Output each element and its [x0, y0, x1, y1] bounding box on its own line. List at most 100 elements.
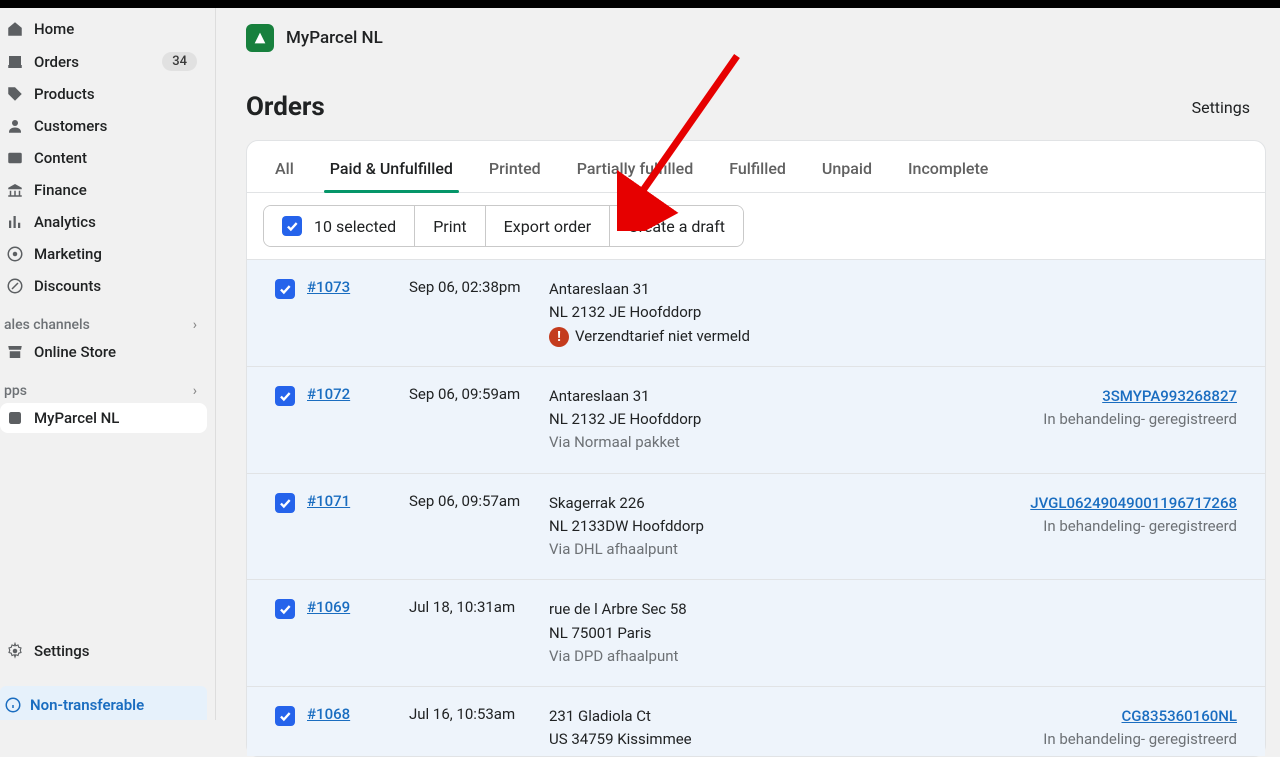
- tab-incomplete[interactable]: Incomplete: [908, 159, 988, 192]
- tracking-link[interactable]: CG835360160NL: [1122, 707, 1237, 725]
- target-icon: [6, 245, 24, 263]
- row-checkbox[interactable]: [275, 706, 295, 726]
- export-order-button[interactable]: Export order: [486, 206, 610, 246]
- order-row[interactable]: #1073 Sep 06, 02:38pm Antareslaan 31 NL …: [247, 259, 1265, 366]
- row-checkbox[interactable]: [275, 599, 295, 619]
- nav-app-myparcel[interactable]: MyParcel NL: [0, 403, 207, 433]
- nav-orders[interactable]: Orders 34: [0, 46, 207, 77]
- nav-online-store[interactable]: Online Store: [0, 337, 207, 367]
- address-line2: US 34759 Kissimmee: [549, 728, 987, 751]
- nav-label: Orders: [34, 53, 152, 71]
- bank-icon: [6, 181, 24, 199]
- nav-label: Home: [34, 20, 197, 38]
- shipping-via: Via DHL afhaalpunt: [549, 538, 987, 561]
- nav-label: MyParcel NL: [34, 409, 119, 427]
- row-checkbox[interactable]: [275, 493, 295, 513]
- create-draft-button[interactable]: Create a draft: [610, 206, 743, 246]
- order-id-link[interactable]: #1068: [307, 705, 350, 723]
- nav-label: Content: [34, 149, 197, 167]
- nav-label: Discounts: [34, 277, 197, 295]
- nav-home[interactable]: Home: [0, 14, 207, 44]
- status-text: In behandeling- geregistreerd: [987, 408, 1237, 431]
- sidebar: Home Orders 34 Products Customers Conten…: [0, 8, 216, 720]
- nav-analytics[interactable]: Analytics: [0, 207, 207, 237]
- bulk-action-bar: 10 selected Print Export order Create a …: [247, 193, 1265, 259]
- nav-label: Finance: [34, 181, 197, 199]
- order-date: Sep 06, 02:38pm: [409, 278, 549, 296]
- app-header: MyParcel NL: [216, 8, 1280, 68]
- chevron-right-icon: ›: [193, 317, 197, 333]
- address-line2: NL 75001 Paris: [549, 622, 987, 645]
- sales-channels-header[interactable]: ales channels ›: [0, 307, 207, 337]
- bars-icon: [6, 213, 24, 231]
- address-line1: Antareslaan 31: [549, 278, 987, 301]
- image-icon: [6, 149, 24, 167]
- order-row[interactable]: #1072 Sep 06, 09:59am Antareslaan 31 NL …: [247, 366, 1265, 473]
- nav-discounts[interactable]: Discounts: [0, 271, 207, 301]
- nav-content[interactable]: Content: [0, 143, 207, 173]
- home-icon: [6, 20, 24, 38]
- tag-icon: [6, 85, 24, 103]
- orders-card: All Paid & Unfulfilled Printed Partially…: [246, 140, 1266, 757]
- row-checkbox[interactable]: [275, 386, 295, 406]
- section-label: pps: [4, 383, 27, 399]
- order-date: Sep 06, 09:59am: [409, 385, 549, 403]
- status-text: In behandeling- geregistreerd: [987, 728, 1237, 751]
- address-line2: NL 2133DW Hoofddorp: [549, 515, 987, 538]
- nav-settings[interactable]: Settings: [0, 634, 207, 668]
- orders-count-badge: 34: [162, 52, 197, 71]
- nav-finance[interactable]: Finance: [0, 175, 207, 205]
- nav-products[interactable]: Products: [0, 79, 207, 109]
- tab-printed[interactable]: Printed: [489, 159, 541, 192]
- non-transferable-banner[interactable]: Non-transferable: [0, 686, 207, 720]
- status-text: In behandeling- geregistreerd: [987, 515, 1237, 538]
- window-topbar: [0, 0, 1280, 8]
- address-line1: Skagerrak 226: [549, 492, 987, 515]
- tracking-link[interactable]: JVGL06249049001196717268: [1030, 494, 1237, 512]
- puzzle-icon: [6, 409, 24, 427]
- order-date: Jul 18, 10:31am: [409, 598, 549, 616]
- nav-label: Analytics: [34, 213, 197, 231]
- tab-fulfilled[interactable]: Fulfilled: [729, 159, 786, 192]
- tab-unpaid[interactable]: Unpaid: [822, 159, 872, 192]
- app-title: MyParcel NL: [286, 28, 383, 48]
- address-line2: NL 2132 JE Hoofddorp: [549, 301, 987, 324]
- inbox-icon: [6, 53, 24, 71]
- warning-icon: !: [549, 327, 569, 347]
- nav-label: Online Store: [34, 343, 197, 361]
- print-button[interactable]: Print: [415, 206, 485, 246]
- select-all-checkbox[interactable]: [282, 216, 302, 236]
- order-id-link[interactable]: #1071: [307, 492, 350, 510]
- order-date: Sep 06, 09:57am: [409, 492, 549, 510]
- tabs-bar: All Paid & Unfulfilled Printed Partially…: [247, 141, 1265, 193]
- store-icon: [6, 343, 24, 361]
- order-row[interactable]: #1069 Jul 18, 10:31am rue de l Arbre Sec…: [247, 579, 1265, 686]
- discount-icon: [6, 277, 24, 295]
- warning-text: Verzendtarief niet vermeld: [575, 327, 750, 345]
- tab-partially-fulfilled[interactable]: Partially fulfilled: [577, 159, 694, 192]
- nav-customers[interactable]: Customers: [0, 111, 207, 141]
- nav-marketing[interactable]: Marketing: [0, 239, 207, 269]
- settings-label: Settings: [34, 642, 90, 660]
- address-line1: 231 Gladiola Ct: [549, 705, 987, 728]
- tab-paid-unfulfilled[interactable]: Paid & Unfulfilled: [330, 159, 453, 192]
- main-content: MyParcel NL Orders Settings All Paid & U…: [216, 8, 1280, 720]
- order-row[interactable]: #1068 Jul 16, 10:53am 231 Gladiola Ct US…: [247, 686, 1265, 756]
- tab-all[interactable]: All: [275, 159, 294, 192]
- apps-header[interactable]: pps ›: [0, 373, 207, 403]
- select-all-segment[interactable]: 10 selected: [264, 206, 415, 246]
- row-checkbox[interactable]: [275, 279, 295, 299]
- address-line1: rue de l Arbre Sec 58: [549, 598, 987, 621]
- order-id-link[interactable]: #1069: [307, 598, 350, 616]
- order-row[interactable]: #1071 Sep 06, 09:57am Skagerrak 226 NL 2…: [247, 473, 1265, 580]
- non-transferable-label: Non-transferable: [30, 696, 144, 714]
- person-icon: [6, 117, 24, 135]
- page-settings-link[interactable]: Settings: [1192, 98, 1250, 117]
- nav-label: Customers: [34, 117, 197, 135]
- tracking-link[interactable]: 3SMYPA993268827: [1102, 387, 1237, 405]
- order-date: Jul 16, 10:53am: [409, 705, 549, 723]
- order-id-link[interactable]: #1072: [307, 385, 350, 403]
- order-id-link[interactable]: #1073: [307, 278, 350, 296]
- chevron-right-icon: ›: [193, 383, 197, 399]
- shipping-via: Via DPD afhaalpunt: [549, 645, 987, 668]
